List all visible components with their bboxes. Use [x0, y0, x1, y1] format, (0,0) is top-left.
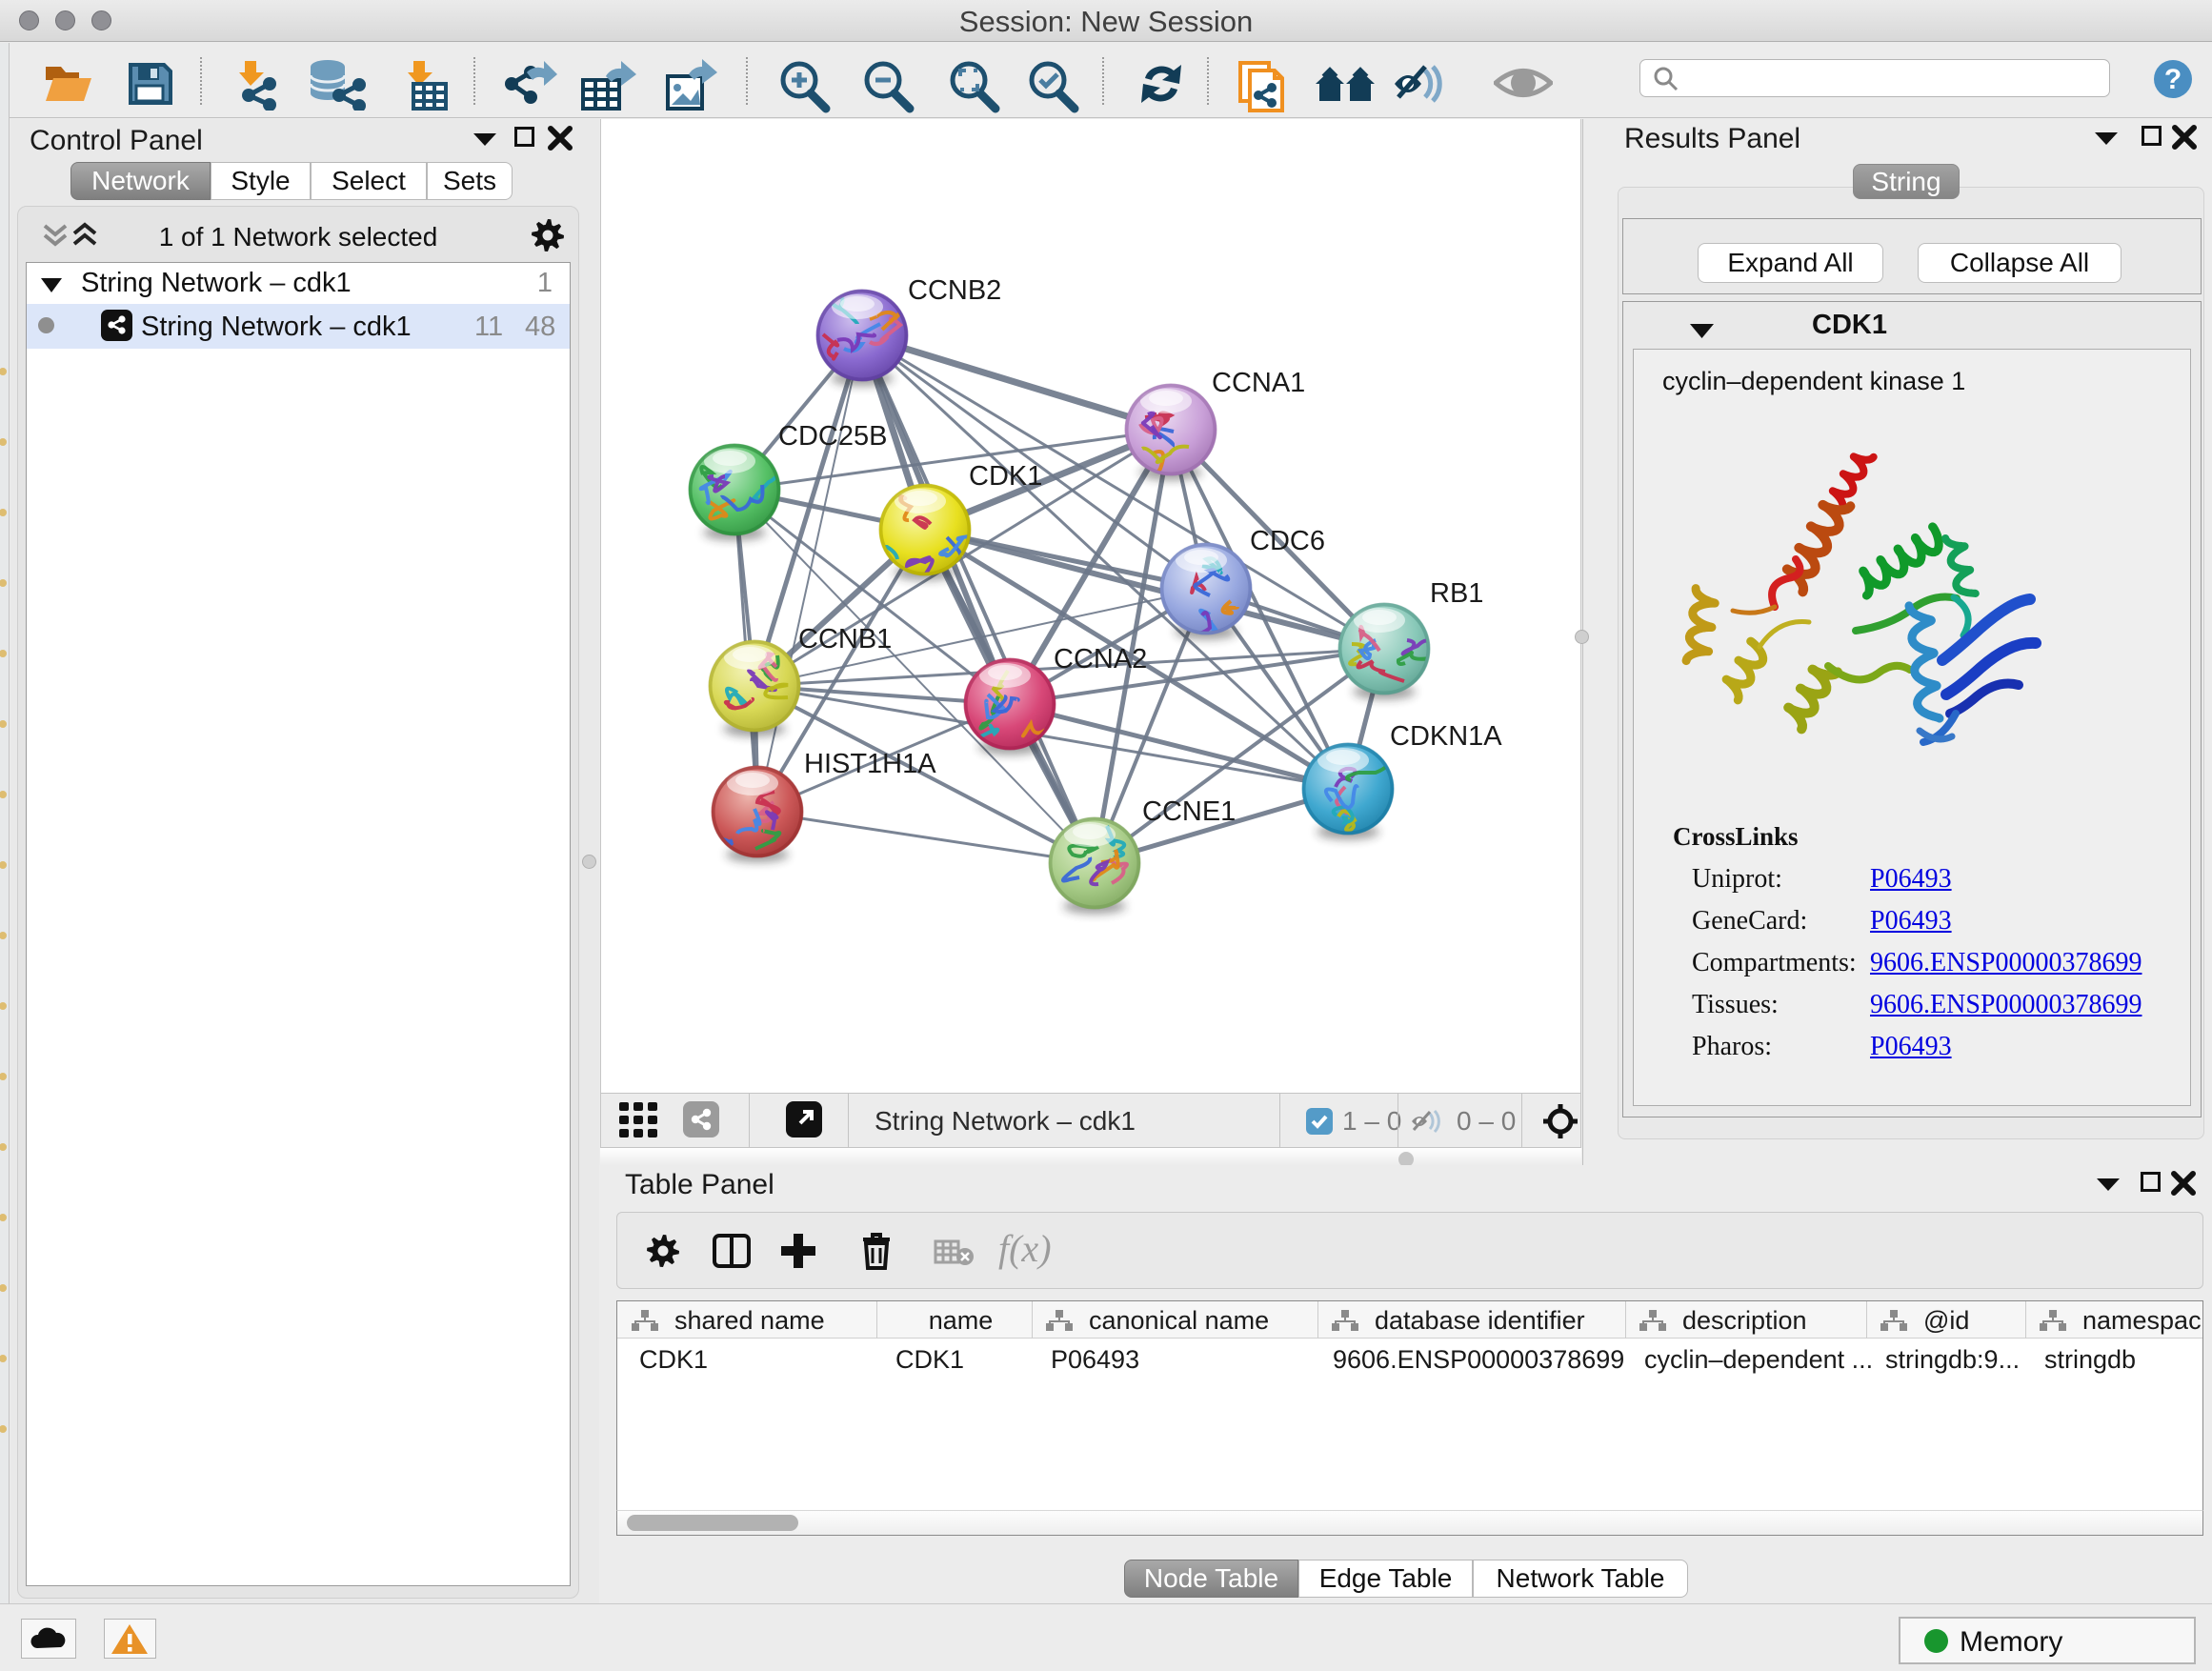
svg-text:CDC25B: CDC25B — [778, 421, 887, 452]
svg-text:CDC6: CDC6 — [1250, 526, 1325, 556]
svg-text:CCNA2: CCNA2 — [1054, 644, 1147, 674]
svg-text:CCNB1: CCNB1 — [798, 624, 892, 654]
svg-text:RB1: RB1 — [1430, 578, 1483, 609]
svg-text:CCNB2: CCNB2 — [908, 275, 1001, 306]
svg-text:CDK1: CDK1 — [969, 461, 1042, 492]
svg-text:CDKN1A: CDKN1A — [1390, 721, 1502, 752]
svg-text:HIST1H1A: HIST1H1A — [804, 749, 936, 779]
svg-text:CCNE1: CCNE1 — [1142, 796, 1236, 827]
svg-text:CCNA1: CCNA1 — [1212, 368, 1305, 398]
svg-text:?: ? — [2164, 64, 2182, 95]
